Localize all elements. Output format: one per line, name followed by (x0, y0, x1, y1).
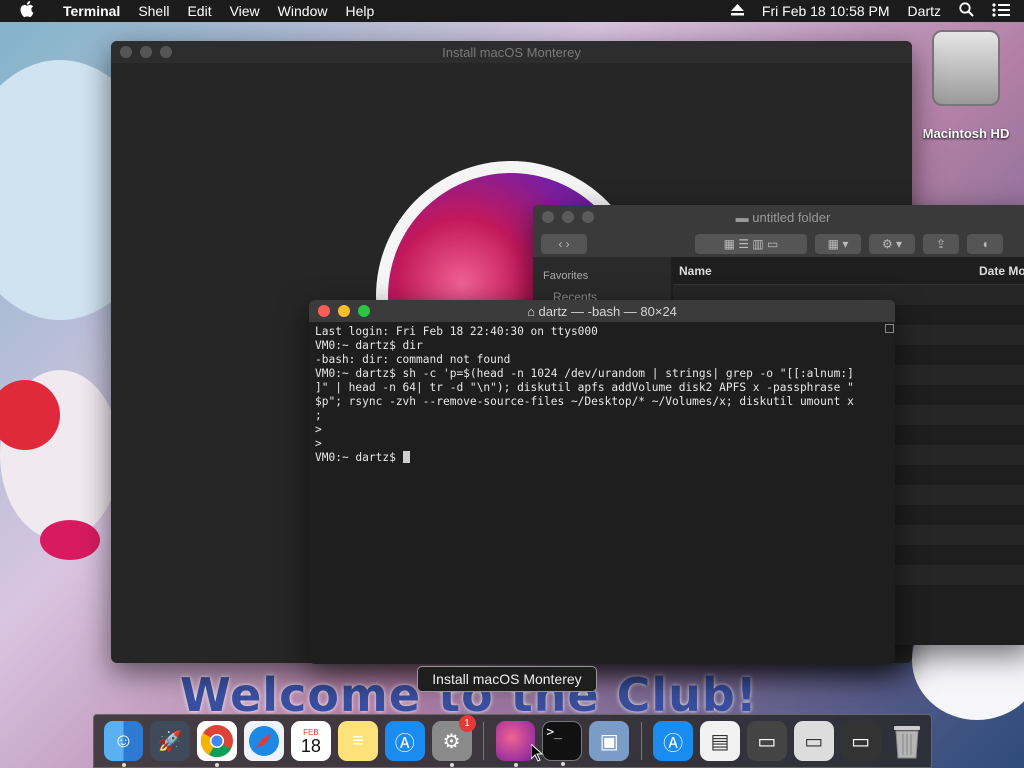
zip-file-icon[interactable]: ▤ (700, 721, 740, 761)
home-icon: ⌂ (527, 303, 539, 319)
scroll-marker-icon[interactable] (884, 324, 894, 333)
installer-titlebar[interactable]: Install macOS Monterey (111, 41, 912, 63)
terminal-title-text: dartz — -bash — 80×24 (538, 303, 677, 319)
spotlight-search-icon[interactable] (959, 2, 974, 20)
terminal-title: ⌂ dartz — -bash — 80×24 (309, 304, 895, 319)
trash-icon[interactable] (888, 721, 928, 761)
preview-icon[interactable]: ▣ (589, 721, 630, 761)
col-name[interactable]: Name (679, 264, 979, 278)
terminal-line: -bash: dir: command not found (315, 353, 511, 366)
col-date-modified[interactable]: Date Mo (979, 264, 1024, 278)
finder-toolbar: ‹ › ▦ ☰ ▥ ▭ ▦ ▾ ⚙ ▾ ⇪ ◖ (533, 231, 1024, 257)
notification-badge: 1 (458, 715, 476, 732)
close-button[interactable] (542, 211, 554, 223)
minimize-button[interactable] (562, 211, 574, 223)
hard-drive-icon (932, 30, 1000, 106)
zoom-button[interactable] (582, 211, 594, 223)
terminal-line: ]" | head -n 64| tr -d "\n"); diskutil a… (315, 381, 854, 394)
menu-clock[interactable]: Fri Feb 18 10:58 PM (762, 3, 890, 19)
safari-icon[interactable] (244, 721, 284, 761)
tag-icon[interactable]: ◖ (967, 234, 1003, 254)
calendar-icon[interactable]: FEB 18 (291, 721, 331, 761)
terminal-line: VM0:~ dartz$ sh -c 'p=$(head -n 1024 /de… (315, 367, 854, 380)
menu-app-name[interactable]: Terminal (54, 3, 129, 19)
terminal-prompt: VM0:~ dartz$ (315, 451, 403, 464)
close-button[interactable] (120, 46, 132, 58)
text-cursor (402, 451, 410, 463)
menu-edit[interactable]: Edit (178, 3, 220, 19)
zoom-button[interactable] (358, 305, 370, 317)
terminal-line: VM0:~ dartz$ dir (315, 339, 423, 352)
system-preferences-icon[interactable]: ⚙ 1 (431, 715, 476, 767)
minimize-button[interactable] (140, 46, 152, 58)
terminal-line: > (315, 437, 322, 450)
mouse-pointer-icon (530, 742, 544, 767)
desktop-icon-label: Macintosh HD (922, 126, 1010, 141)
notes-icon[interactable]: ≡ (337, 721, 378, 761)
menu-bar: Terminal Shell Edit View Window Help Fri… (0, 0, 1024, 22)
terminal-line: $p"; rsync -zvh --remove-source-files ~/… (315, 395, 854, 408)
finder-title-text: untitled folder (752, 210, 831, 225)
zoom-button[interactable] (160, 46, 172, 58)
terminal-line: ; (315, 409, 322, 422)
view-mode-buttons[interactable]: ▦ ☰ ▥ ▭ (695, 234, 807, 254)
dock-separator (483, 722, 484, 760)
launchpad-icon[interactable]: 🚀 (150, 721, 191, 761)
finder-icon[interactable]: ☺ (103, 721, 144, 767)
file-list-header: Name Date Mo (673, 257, 1024, 285)
eject-icon[interactable] (730, 3, 744, 19)
app-store-icon[interactable]: Ⓐ (384, 721, 425, 761)
menu-view[interactable]: View (221, 3, 269, 19)
calendar-day: 18 (300, 735, 321, 756)
dock-tooltip: Install macOS Monterey (417, 666, 597, 692)
installer-title: Install macOS Monterey (442, 44, 581, 60)
group-button[interactable]: ▦ ▾ (815, 234, 861, 254)
terminal-window: ⌂ dartz — -bash — 80×24 Last login: Fri … (309, 300, 895, 664)
terminal-output[interactable]: Last login: Fri Feb 18 22:40:30 on ttys0… (309, 322, 883, 664)
terminal-line: Last login: Fri Feb 18 22:40:30 on ttys0… (315, 325, 598, 338)
menu-help[interactable]: Help (336, 3, 383, 19)
menu-user[interactable]: Dartz (908, 3, 941, 19)
apple-menu-icon[interactable] (20, 0, 38, 22)
share-icon[interactable]: ⇪ (923, 234, 959, 254)
terminal-icon[interactable]: >_ (542, 721, 583, 766)
menu-shell[interactable]: Shell (129, 3, 178, 19)
chrome-icon[interactable] (197, 721, 238, 767)
screenshot-thumbnail-icon[interactable]: ▭ (840, 721, 881, 761)
notification-center-icon[interactable] (992, 2, 1010, 20)
dock: ☺ 🚀 FEB 18 ≡ Ⓐ ⚙ 1 >_ ▣ Ⓐ ▤ ▭ ▭ ▭ (93, 714, 932, 768)
terminal-titlebar[interactable]: ⌂ dartz — -bash — 80×24 (309, 300, 895, 322)
minimize-button[interactable] (338, 305, 350, 317)
action-gear-icon[interactable]: ⚙ ▾ (869, 234, 915, 254)
document-thumbnail-icon[interactable]: ▭ (746, 721, 787, 761)
macintosh-hd-desktop-icon[interactable]: Macintosh HD (918, 30, 1014, 141)
terminal-line: > (315, 423, 322, 436)
close-button[interactable] (318, 305, 330, 317)
finder-title: ▬ untitled folder (533, 210, 1024, 225)
terminal-scrollbar[interactable] (883, 322, 895, 664)
wallpaper-art (40, 520, 100, 560)
sidebar-header-favorites: Favorites (543, 270, 589, 282)
menu-window[interactable]: Window (269, 3, 337, 19)
dock-separator (640, 722, 642, 760)
chrome-document-icon[interactable]: ▭ (793, 721, 834, 761)
app-store-download-icon[interactable]: Ⓐ (653, 721, 694, 761)
back-forward-buttons[interactable]: ‹ › (541, 234, 587, 254)
folder-icon: ▬ (735, 210, 753, 225)
terminal-prompt-line: VM0:~ dartz$ (315, 451, 877, 465)
install-macos-monterey-icon[interactable] (495, 721, 536, 767)
